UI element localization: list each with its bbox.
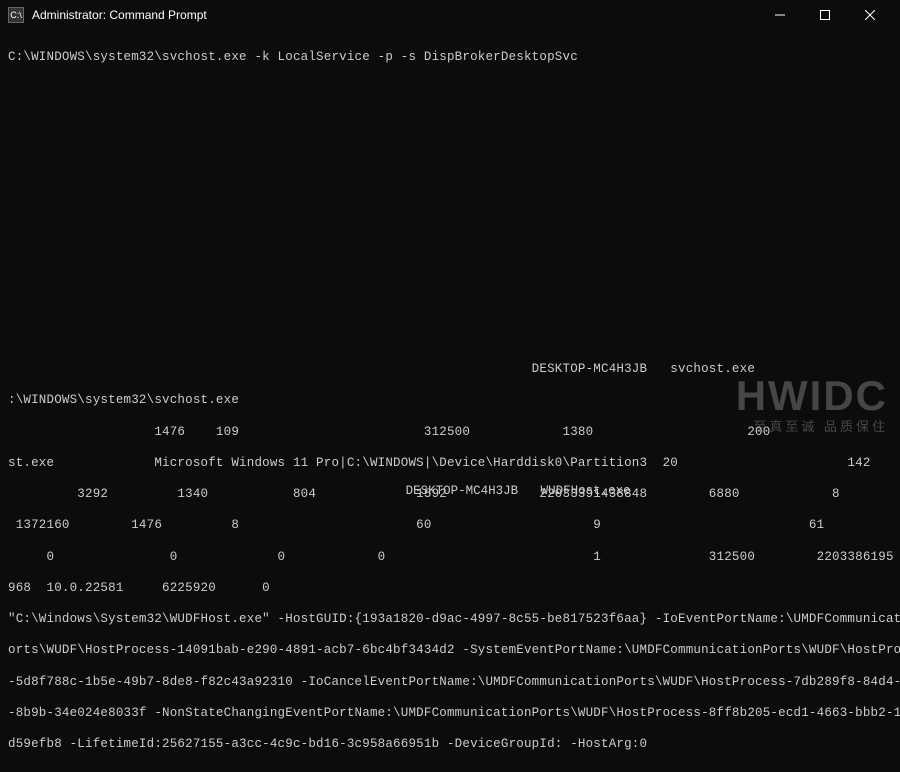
terminal-line: d59efb8 -LifetimeId:25627155-a3cc-4c9c-b… xyxy=(8,737,892,753)
terminal-line xyxy=(8,237,892,253)
window-controls xyxy=(757,0,892,30)
terminal-line: orts\WUDF\HostProcess-14091bab-e290-4891… xyxy=(8,643,892,659)
terminal-line xyxy=(8,112,892,128)
terminal-line: 0 0 0 0 1 312500 2203386195 xyxy=(8,550,892,566)
terminal-bottom-line: DESKTOP-MC4H3JB WUDFHost.exe xyxy=(0,484,900,500)
titlebar: C:\ Administrator: Command Prompt xyxy=(0,0,900,30)
terminal-line: DESKTOP-MC4H3JB svchost.exe C xyxy=(8,362,892,378)
terminal-line: 1476 109 312500 1380 200 svcho xyxy=(8,425,892,441)
terminal-line: st.exe Microsoft Windows 11 Pro|C:\WINDO… xyxy=(8,456,892,472)
terminal-output[interactable]: C:\WINDOWS\system32\svchost.exe -k Local… xyxy=(0,30,900,772)
close-button[interactable] xyxy=(847,0,892,30)
window-title: Administrator: Command Prompt xyxy=(32,8,757,22)
terminal-line: 1372160 1476 8 60 9 61 xyxy=(8,518,892,534)
maximize-button[interactable] xyxy=(802,0,847,30)
terminal-line: "C:\Windows\System32\WUDFHost.exe" -Host… xyxy=(8,612,892,628)
terminal-line xyxy=(8,331,892,347)
terminal-line xyxy=(8,300,892,316)
cmd-icon: C:\ xyxy=(8,7,24,23)
terminal-line: 968 10.0.22581 6225920 0 xyxy=(8,581,892,597)
terminal-line xyxy=(8,175,892,191)
minimize-button[interactable] xyxy=(757,0,802,30)
terminal-line xyxy=(8,81,892,97)
terminal-line xyxy=(8,206,892,222)
terminal-line: -5d8f788c-1b5e-49b7-8de8-f82c43a92310 -I… xyxy=(8,675,892,691)
terminal-line: :\WINDOWS\system32\svchost.exe xyxy=(8,393,892,409)
terminal-line xyxy=(8,268,892,284)
terminal-line xyxy=(8,143,892,159)
terminal-line: -8b9b-34e024e8033f -NonStateChangingEven… xyxy=(8,706,892,722)
terminal-line: C:\WINDOWS\system32\svchost.exe -k Local… xyxy=(8,50,892,66)
